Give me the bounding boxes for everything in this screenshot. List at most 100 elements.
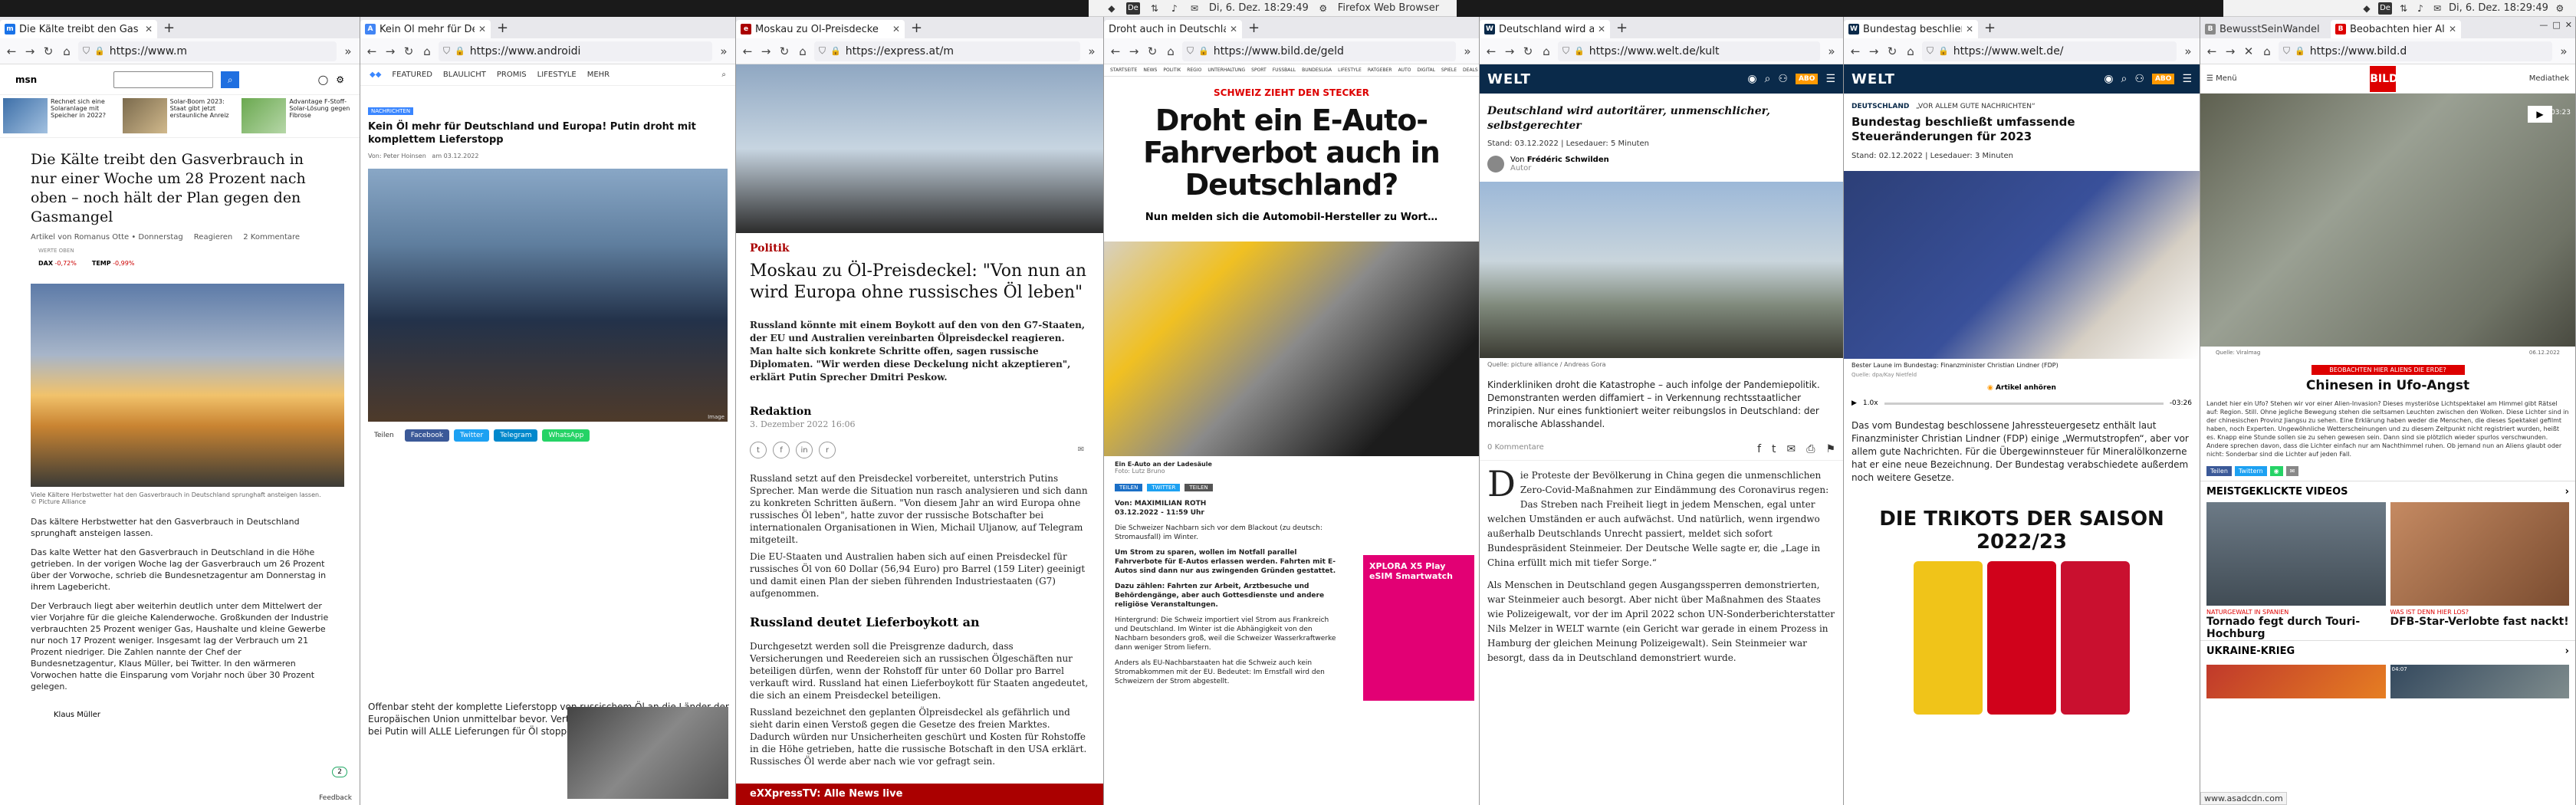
- reload-icon[interactable]: ✕: [2242, 44, 2256, 58]
- video-thumb[interactable]: 04:07: [2390, 665, 2569, 698]
- nav-item[interactable]: BUNDESLIGA: [1302, 67, 1332, 73]
- shield-icon[interactable]: ⛉: [1562, 45, 1569, 57]
- msn-logo[interactable]: msn: [15, 74, 37, 85]
- feedback-button[interactable]: Feedback: [319, 794, 352, 802]
- mail-icon[interactable]: ✉: [2432, 3, 2443, 14]
- user-icon[interactable]: ⚇: [1778, 73, 1788, 85]
- tab-bild[interactable]: Droht auch in Deutschla ✕: [1104, 20, 1242, 38]
- volume-icon[interactable]: ♪: [1169, 3, 1180, 14]
- nav-item[interactable]: FUSSBALL: [1273, 67, 1296, 73]
- print-icon[interactable]: ⎙: [1806, 443, 1815, 455]
- share-twitter-button[interactable]: TWITTER: [1147, 484, 1181, 491]
- extensions-icon[interactable]: »: [1085, 44, 1099, 58]
- nav-item[interactable]: NEWS: [1143, 67, 1157, 73]
- new-tab-button[interactable]: +: [1610, 20, 1634, 36]
- menu-icon[interactable]: ☰: [1825, 73, 1835, 85]
- nav-item[interactable]: STARTSEITE: [1110, 67, 1137, 73]
- tab-welt[interactable]: W Deutschland wird autori ✕: [1480, 20, 1610, 38]
- address-bar[interactable]: ⛉ 🔒 https://express.at/m: [814, 41, 1080, 61]
- close-tab-icon[interactable]: ✕: [1230, 24, 1237, 34]
- forward-arrow-icon[interactable]: →: [1867, 44, 1881, 58]
- forward-arrow-icon[interactable]: →: [1503, 44, 1516, 58]
- twitter-icon[interactable]: t: [750, 442, 767, 458]
- clock[interactable]: Di, 6. Dez. 18:29:49: [1209, 2, 1309, 14]
- welt-logo[interactable]: WELT: [1852, 71, 1895, 87]
- reload-icon[interactable]: ↻: [1521, 44, 1535, 58]
- forward-arrow-icon[interactable]: →: [759, 44, 773, 58]
- address-bar[interactable]: ⛉ 🔒 https://www.androidi: [439, 41, 712, 61]
- search-icon[interactable]: ⌕: [2121, 73, 2128, 85]
- facebook-icon[interactable]: f: [773, 442, 790, 458]
- new-tab-button[interactable]: +: [157, 20, 181, 36]
- share-twitter-button[interactable]: Twitter: [454, 429, 490, 442]
- lock-icon[interactable]: 🔒: [1938, 46, 1949, 56]
- nav-blaulicht[interactable]: BLAULICHT: [443, 71, 486, 79]
- welt-logo[interactable]: WELT: [1487, 71, 1531, 87]
- tab-welt[interactable]: W Bundestag beschließt u ✕: [1844, 20, 1978, 38]
- search-icon[interactable]: ⌕: [1765, 73, 1771, 85]
- video-player[interactable]: ▶ 03:23: [2200, 94, 2575, 347]
- nav-mehr[interactable]: MEHR: [587, 71, 610, 79]
- home-icon[interactable]: ⌂: [1164, 44, 1178, 58]
- close-tab-icon[interactable]: ✕: [892, 24, 900, 34]
- extensions-icon[interactable]: »: [1460, 44, 1474, 58]
- mail-icon[interactable]: ✉: [1073, 442, 1089, 458]
- mediathek-link[interactable]: Mediathek: [2529, 74, 2569, 83]
- new-tab-button[interactable]: +: [905, 20, 928, 36]
- minimize-icon[interactable]: —: [2539, 20, 2548, 30]
- category-kicker[interactable]: Politik: [736, 233, 1103, 256]
- extensions-icon[interactable]: »: [341, 44, 355, 58]
- ad-trikots[interactable]: DIE TRIKOTS DER SAISON 2022/23: [1852, 503, 2192, 733]
- play-icon[interactable]: ▶: [1852, 399, 1857, 407]
- close-tab-icon[interactable]: ✕: [145, 24, 153, 34]
- ad-item[interactable]: Solar-Boom 2023: Staat gibt jetzt erstau…: [122, 98, 238, 134]
- notification-icon[interactable]: ◉: [2104, 73, 2113, 85]
- nav-item[interactable]: REGIO: [1187, 67, 1201, 73]
- tab-androidi[interactable]: A Kein Öl mehr für Deutsc ✕: [360, 20, 491, 38]
- back-arrow-icon[interactable]: ←: [741, 44, 754, 58]
- reload-icon[interactable]: ↻: [1885, 44, 1899, 58]
- home-icon[interactable]: ⌂: [1904, 44, 1917, 58]
- reload-icon[interactable]: ↻: [41, 44, 55, 58]
- stock-item[interactable]: DAX -0,72%: [38, 260, 77, 267]
- new-tab-button[interactable]: +: [1978, 20, 2002, 36]
- back-arrow-icon[interactable]: ←: [1109, 44, 1122, 58]
- nav-item[interactable]: UNTERHALTUNG: [1208, 67, 1245, 73]
- section-header[interactable]: UKRAINE-KRIEG ›: [2200, 640, 2575, 662]
- shield-icon[interactable]: ⛉: [1187, 45, 1194, 57]
- reload-icon[interactable]: ↻: [402, 44, 416, 58]
- search-input[interactable]: [113, 71, 214, 88]
- nav-promis[interactable]: PROMIS: [497, 71, 527, 79]
- back-arrow-icon[interactable]: ←: [365, 44, 379, 58]
- extensions-icon[interactable]: »: [2557, 44, 2571, 58]
- menu-button[interactable]: ☰ Menü: [2206, 74, 2237, 83]
- forward-arrow-icon[interactable]: →: [23, 44, 37, 58]
- nav-item[interactable]: SPIELE: [1441, 67, 1457, 73]
- volume-icon[interactable]: ♪: [2415, 3, 2426, 14]
- reload-icon[interactable]: ↻: [777, 44, 791, 58]
- close-icon[interactable]: ✕: [2565, 20, 2572, 30]
- language-indicator[interactable]: De: [2378, 2, 2392, 15]
- user-icon[interactable]: ⚇: [2134, 73, 2144, 85]
- address-bar[interactable]: ⛉ 🔒 https://www.welt.de/kult: [1558, 41, 1820, 61]
- nav-item[interactable]: AUTO: [1398, 67, 1411, 73]
- tab-bild-ufo[interactable]: B Beobachten hier Aliens ✕: [2331, 20, 2461, 38]
- video-card[interactable]: WAS IST DENN HIER LOS? DFB-Star-Verlobte…: [2390, 502, 2569, 640]
- ad-banner[interactable]: XPLORA X5 Play eSIM Smartwatch: [1363, 555, 1474, 701]
- share-facebook-button[interactable]: Teilen: [2206, 466, 2232, 476]
- share-facebook-button[interactable]: Facebook: [404, 429, 450, 442]
- abo-button[interactable]: ABO: [2151, 74, 2175, 84]
- home-icon[interactable]: ⌂: [60, 44, 74, 58]
- home-icon[interactable]: ⌂: [796, 44, 810, 58]
- shield-icon[interactable]: ⛉: [443, 45, 450, 57]
- whatsapp-icon[interactable]: ◉: [2269, 466, 2283, 476]
- share-more-button[interactable]: TEILEN: [1184, 484, 1213, 491]
- home-icon[interactable]: ⌂: [420, 44, 434, 58]
- share-facebook-button[interactable]: TEILEN: [1115, 484, 1143, 491]
- nav-item[interactable]: DIGITAL: [1417, 67, 1434, 73]
- stock-item[interactable]: TEMP -0,99%: [92, 260, 135, 267]
- video-card[interactable]: NATURGEWALT IN SPANIEN Tornado fegt durc…: [2206, 502, 2386, 640]
- settings-gear-icon[interactable]: ⚙: [336, 74, 344, 85]
- section-header[interactable]: MEISTGEKLICKTE VIDEOS ›: [2200, 481, 2575, 502]
- mail-icon[interactable]: ✉: [2285, 466, 2299, 476]
